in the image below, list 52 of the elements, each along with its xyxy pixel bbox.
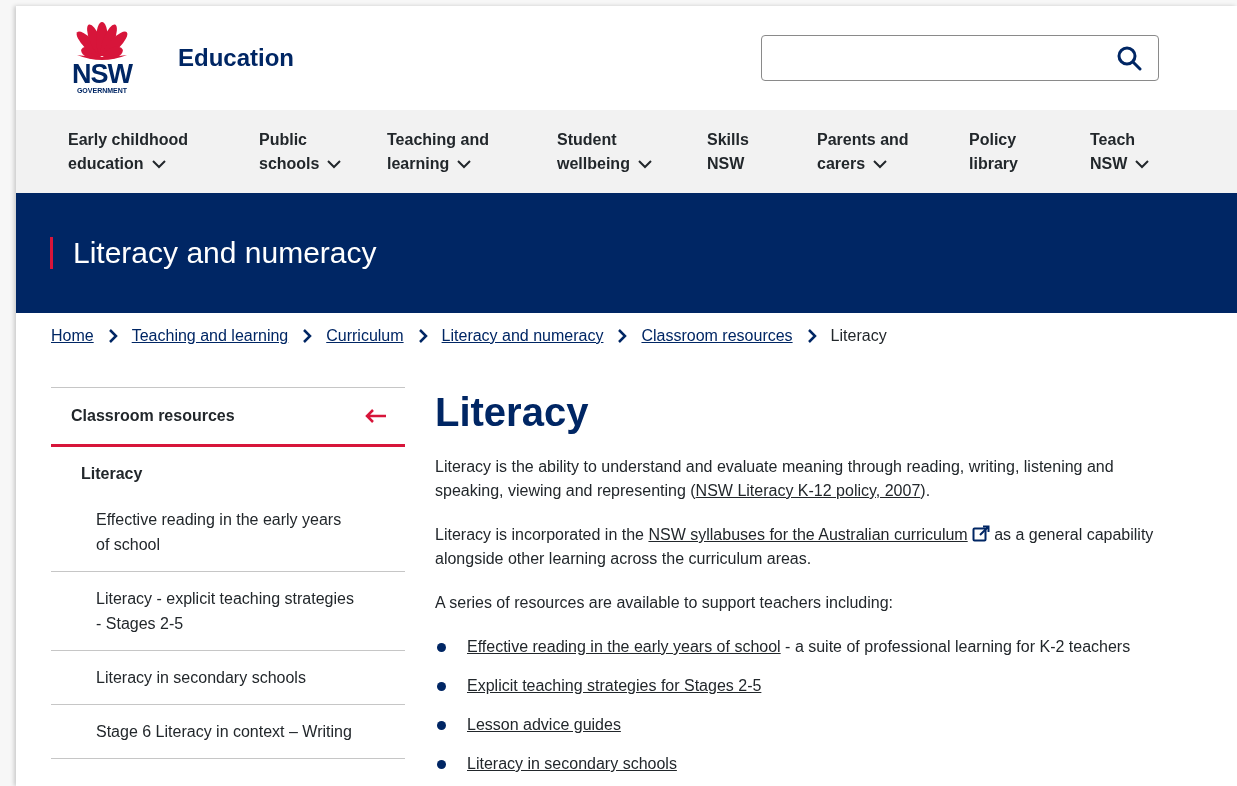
logo-wordmark: NSW xyxy=(72,61,132,87)
chevron-down-icon xyxy=(873,159,888,169)
chevron-down-icon xyxy=(151,159,166,169)
body-text: Literacy is incorporated in the NSW syllabuses for the Australian curriculum as a general capability alongside other learning across the curriculum areas. xyxy=(435,524,1155,569)
body-text: Literacy is the ability to understand and evaluate meaning through reading, writing, listening and speaking, viewing and representing (NSW Literacy K-12 policy, 2007). xyxy=(435,457,1115,501)
sidebar-item[interactable]: Literacy xyxy=(51,447,405,493)
list-item-text: Effective reading in the early years of school - a suite of professional learning for K-2 teachers xyxy=(467,637,1131,657)
body-text: A series of resources are available to support teachers including: xyxy=(435,593,895,613)
list-link[interactable]: Literacy in secondary schools xyxy=(467,752,677,776)
chevron-right-icon xyxy=(417,329,428,343)
sidebar-title[interactable]: Classroom resources xyxy=(71,407,235,425)
nav-item[interactable]: Skills NSW xyxy=(707,127,767,176)
chevron-down-icon xyxy=(457,159,472,169)
breadcrumb-link[interactable]: Literacy and numeracy xyxy=(441,327,604,345)
bullet-icon xyxy=(437,759,446,769)
chevron-right-icon xyxy=(302,329,313,343)
back-arrow-icon[interactable] xyxy=(365,409,387,423)
bullet-icon xyxy=(437,642,446,652)
nav-item[interactable]: Policy library xyxy=(969,127,1039,176)
site-name[interactable]: Education xyxy=(178,44,294,72)
chevron-right-icon xyxy=(806,329,817,343)
breadcrumb-link[interactable]: Teaching and learning xyxy=(131,327,289,345)
nav-item[interactable]: Student wellbeing xyxy=(557,127,669,176)
bullet-icon xyxy=(437,720,446,730)
chevron-right-icon xyxy=(617,329,628,343)
list-link[interactable]: Lesson advice guides xyxy=(467,713,621,737)
sidebar-subitem[interactable]: Effective reading in the early years of school xyxy=(51,493,405,572)
chevron-down-icon xyxy=(327,159,342,169)
breadcrumb-link[interactable]: Curriculum xyxy=(326,327,404,345)
chevron-right-icon xyxy=(107,329,118,343)
nav-item[interactable]: Early childhood education xyxy=(68,127,203,176)
search-field[interactable] xyxy=(761,35,1159,81)
breadcrumb-current: Literacy xyxy=(830,327,887,345)
nav-item[interactable]: Teaching and learning xyxy=(387,127,499,176)
sidebar-subitem[interactable]: Stage 6 Literacy in context – Writing xyxy=(51,705,405,759)
external-link-icon xyxy=(971,525,990,543)
list-link[interactable]: Effective reading in the early years of school xyxy=(467,638,781,655)
list-link[interactable]: Explicit teaching strategies for Stages 2-5 xyxy=(467,674,762,698)
page-heading: Literacy xyxy=(435,389,590,436)
sidebar-subitem[interactable]: Literacy in secondary schools xyxy=(51,651,405,705)
search-icon[interactable] xyxy=(1116,45,1142,71)
nav-item[interactable]: Parents and carers xyxy=(817,127,927,176)
sidebar-subitem[interactable]: Literacy - explicit teaching strategies - Stages 2-5 xyxy=(51,572,405,651)
chevron-down-icon xyxy=(1135,159,1150,169)
breadcrumb-link[interactable]: Home xyxy=(51,327,94,345)
bullet-icon xyxy=(437,681,446,691)
breadcrumb-link[interactable]: Classroom resources xyxy=(641,327,793,345)
chevron-down-icon xyxy=(637,159,652,169)
inline-link[interactable]: NSW syllabuses for the Australian curriculum xyxy=(648,526,990,543)
banner-title: Literacy and numeracy xyxy=(73,236,377,270)
nav-item[interactable]: Public schools xyxy=(259,127,359,176)
nav-item[interactable]: Teach NSW xyxy=(1090,127,1152,176)
